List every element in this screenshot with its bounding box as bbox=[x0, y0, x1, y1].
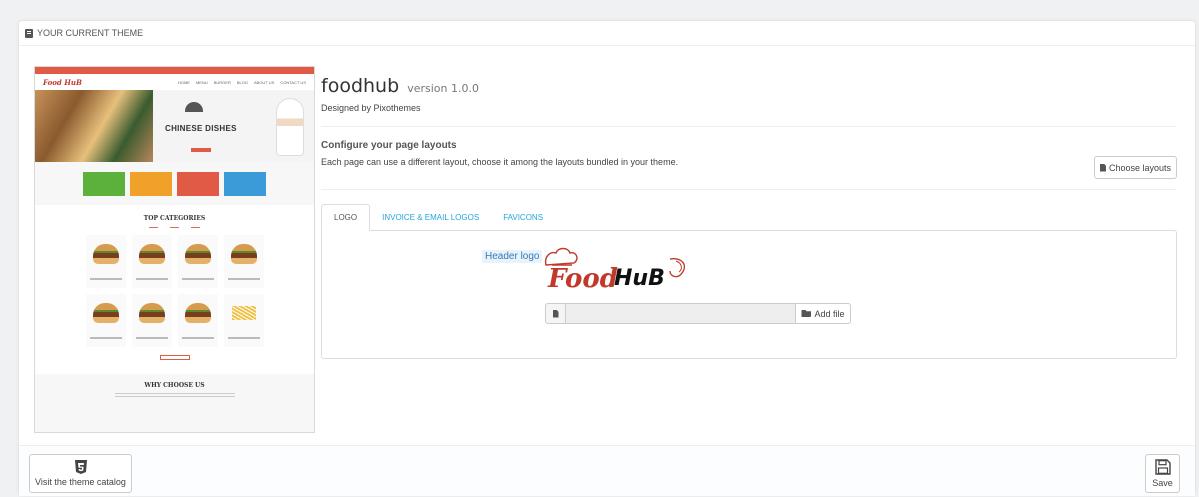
preview-product bbox=[131, 235, 172, 288]
preview-nav-item: BLOG bbox=[236, 79, 248, 85]
theme-panel: YOUR CURRENT THEME Food HuB HOME MENU BU… bbox=[18, 20, 1196, 496]
preview-why-title: WHY CHOOSE US bbox=[144, 382, 205, 389]
visit-theme-catalog-label: Visit the theme catalog bbox=[35, 477, 126, 487]
preview-product bbox=[223, 294, 264, 347]
preview-hero-food bbox=[35, 90, 153, 162]
panel-footer: Visit the theme catalog Save bbox=[19, 445, 1195, 496]
preview-nav: Food HuB HOME MENU BURGER BLOG ABOUT US … bbox=[35, 74, 314, 90]
folder-open-icon bbox=[801, 310, 812, 317]
preview-view-more bbox=[159, 355, 190, 360]
save-icon bbox=[1154, 459, 1171, 475]
html5-icon bbox=[74, 460, 87, 474]
theme-icon bbox=[25, 28, 33, 38]
logo-tabs: LOGO INVOICE & EMAIL LOGOS FAVICONS bbox=[321, 204, 555, 231]
logo-tab-pane: Header logo Food HuB Add file bbox=[321, 230, 1177, 359]
tab-invoice-email-logos[interactable]: INVOICE & EMAIL LOGOS bbox=[370, 204, 491, 231]
panel-heading: YOUR CURRENT THEME bbox=[19, 21, 1195, 46]
preview-why-section: WHY CHOOSE US bbox=[35, 374, 314, 432]
save-label: Save bbox=[1152, 478, 1173, 488]
choose-layouts-button[interactable]: Choose layouts bbox=[1094, 156, 1177, 179]
preview-topbar bbox=[35, 67, 314, 74]
preview-product bbox=[85, 294, 126, 347]
theme-preview-image: Food HuB HOME MENU BURGER BLOG ABOUT US … bbox=[34, 66, 315, 433]
preview-nav-item: BURGER bbox=[213, 79, 231, 85]
preview-feature-box bbox=[130, 171, 172, 196]
preview-hero-title: CHINESE DISHES bbox=[165, 124, 237, 133]
file-icon bbox=[1099, 163, 1106, 172]
preview-nav-item: HOME bbox=[177, 79, 190, 85]
layouts-description: Each page can use a different layout, ch… bbox=[321, 157, 679, 167]
preview-nav-item: MENU bbox=[195, 79, 208, 85]
logo-text-food: Food bbox=[547, 264, 618, 293]
visit-theme-catalog-button[interactable]: Visit the theme catalog bbox=[29, 454, 132, 493]
preview-feature-boxes bbox=[35, 162, 314, 205]
panel-heading-title: YOUR CURRENT THEME bbox=[37, 28, 144, 38]
logo-file-upload: Add file bbox=[545, 303, 851, 324]
preview-hero-button bbox=[191, 148, 211, 152]
logo-file-field[interactable] bbox=[565, 303, 796, 324]
preview-feature-box bbox=[177, 171, 219, 196]
preview-product bbox=[85, 235, 126, 288]
preview-hero: CHINESE DISHES bbox=[35, 90, 314, 162]
add-file-label: Add file bbox=[814, 308, 845, 319]
header-logo-image: Food HuB bbox=[544, 247, 686, 293]
preview-product bbox=[177, 235, 218, 288]
preview-nav-item: ABOUT US bbox=[253, 79, 275, 85]
tab-logo[interactable]: LOGO bbox=[321, 204, 371, 231]
header-logo-label: Header logo bbox=[482, 250, 543, 263]
file-icon bbox=[545, 303, 565, 324]
preview-section-title: TOP CATEGORIES bbox=[143, 215, 206, 222]
layouts-title: Configure your page layouts bbox=[321, 140, 457, 151]
logo-text-hub: HuB bbox=[614, 266, 665, 291]
preview-product bbox=[223, 235, 264, 288]
preview-feature-box bbox=[83, 171, 125, 196]
theme-name: foodhub bbox=[321, 75, 400, 97]
preview-feature-box bbox=[224, 171, 266, 196]
theme-name-heading: foodhub version 1.0.0 bbox=[321, 75, 479, 97]
tab-favicons[interactable]: FAVICONS bbox=[491, 204, 555, 231]
preview-chef bbox=[276, 98, 304, 156]
preview-product-grid bbox=[35, 235, 314, 347]
cloche-icon bbox=[185, 102, 203, 112]
preview-logo: Food HuB bbox=[43, 77, 82, 87]
theme-author: Designed by Pixothemes bbox=[321, 103, 421, 113]
preview-nav-item: CONTACT US bbox=[280, 79, 306, 85]
preview-product bbox=[131, 294, 172, 347]
add-file-button[interactable]: Add file bbox=[796, 303, 851, 324]
preview-product bbox=[177, 294, 218, 347]
divider bbox=[321, 126, 1176, 127]
save-button[interactable]: Save bbox=[1145, 454, 1180, 493]
theme-version: version 1.0.0 bbox=[407, 82, 479, 95]
divider bbox=[321, 189, 1176, 190]
preview-section-tabs: ▬▬▬ ▬▬▬ ▬▬▬ bbox=[149, 225, 200, 229]
choose-layouts-label: Choose layouts bbox=[1108, 162, 1172, 173]
